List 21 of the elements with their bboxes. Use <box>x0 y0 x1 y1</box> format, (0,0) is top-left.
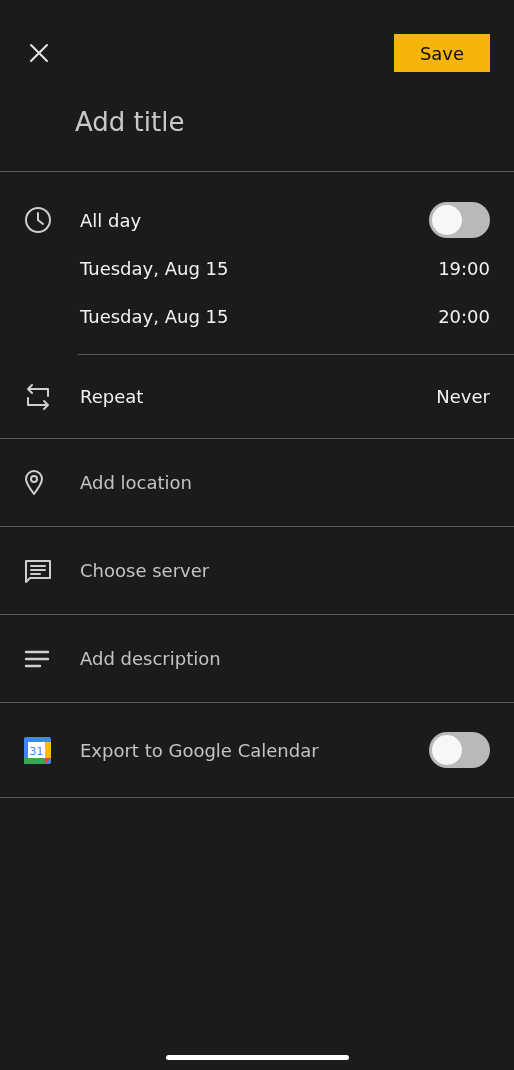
description-field[interactable]: Add description <box>80 648 490 669</box>
export-toggle[interactable] <box>429 732 490 768</box>
all-day-label: All day <box>80 209 143 231</box>
date-picker[interactable]: Tuesday, Aug 15 <box>80 257 229 279</box>
server-field[interactable]: Choose server <box>80 560 490 581</box>
clock-icon <box>24 206 52 234</box>
time-picker[interactable]: 20:00 <box>438 305 490 327</box>
save-button[interactable]: Save <box>394 34 490 72</box>
date-picker[interactable]: Tuesday, Aug 15 <box>80 305 229 327</box>
all-day-toggle[interactable] <box>429 202 490 238</box>
repeat-value[interactable]: Never <box>436 386 490 407</box>
location-pin-icon <box>24 469 44 496</box>
time-picker[interactable]: 19:00 <box>438 257 490 279</box>
chat-icon <box>24 557 52 584</box>
title-field[interactable]: Add title <box>75 104 475 140</box>
export-label: Export to Google Calendar <box>80 739 320 761</box>
repeat-icon <box>24 382 52 411</box>
repeat-label: Repeat <box>80 386 145 407</box>
calendar-icon: 31 <box>24 736 51 764</box>
text-lines-icon <box>24 649 50 668</box>
location-field[interactable]: Add location <box>80 472 490 493</box>
